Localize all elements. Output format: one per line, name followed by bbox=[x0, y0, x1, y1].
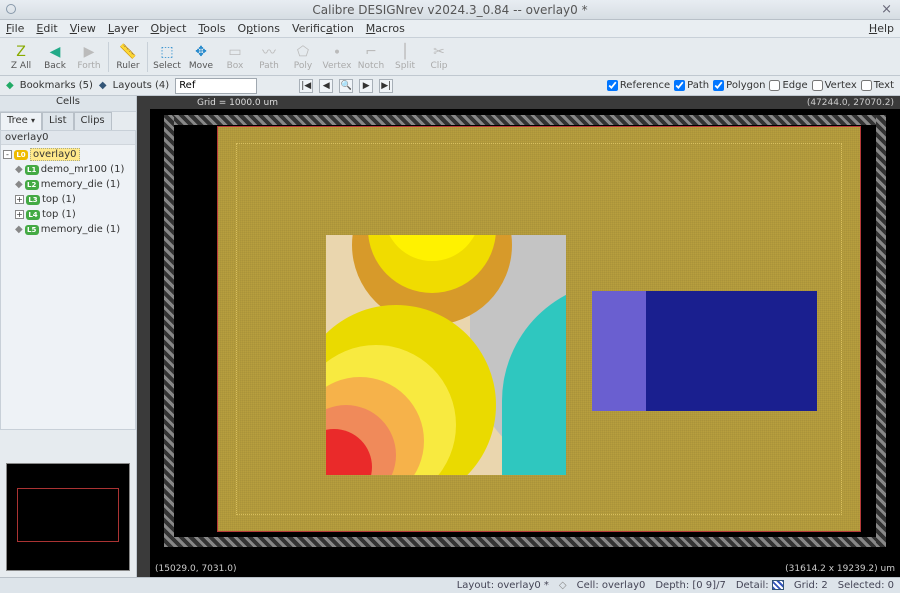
layout-canvas[interactable]: (15029.0, 7031.0) (31614.2 x 19239.2) um bbox=[150, 109, 900, 577]
tree-panel: overlay0 -L0overlay0 ◆L1demo_mr100 (1) ◆… bbox=[0, 130, 136, 430]
status-bar: Layout: overlay0 * ◇ Cell: overlay0 Dept… bbox=[0, 577, 900, 593]
select-button[interactable]: ⬚Select bbox=[150, 39, 184, 75]
tree-item-top2[interactable]: +L4top (1) bbox=[13, 207, 135, 222]
tab-list[interactable]: List bbox=[42, 112, 73, 130]
nav-zoom-button[interactable]: 🔍 bbox=[339, 79, 353, 93]
clip-button[interactable]: ✂Clip bbox=[422, 39, 456, 75]
status-depth[interactable]: Depth: [0 9]/7 bbox=[655, 580, 725, 591]
close-icon[interactable]: × bbox=[881, 2, 892, 17]
tree-item-overlay0[interactable]: -L0overlay0 bbox=[1, 147, 135, 162]
menu-help[interactable]: Help bbox=[869, 22, 894, 35]
menu-tools[interactable]: Tools bbox=[198, 22, 225, 35]
status-detail: Detail: bbox=[736, 580, 784, 591]
check-vertex[interactable]: Vertex bbox=[812, 80, 857, 91]
menu-file[interactable]: File bbox=[6, 22, 24, 35]
bookmarks-icon[interactable]: ◆ bbox=[6, 80, 14, 91]
nav-last-button[interactable]: ▶| bbox=[379, 79, 393, 93]
nav-prev-button[interactable]: ◀ bbox=[319, 79, 333, 93]
preview-canvas[interactable] bbox=[6, 463, 130, 571]
menu-object[interactable]: Object bbox=[151, 22, 187, 35]
layouts-icon[interactable]: ◆ bbox=[99, 80, 107, 91]
menu-layer[interactable]: Layer bbox=[108, 22, 139, 35]
check-reference[interactable]: Reference bbox=[607, 80, 670, 91]
notch-button[interactable]: ⌐Notch bbox=[354, 39, 388, 75]
tree-item-demo[interactable]: ◆L1demo_mr100 (1) bbox=[13, 162, 135, 177]
tab-clips[interactable]: Clips bbox=[74, 112, 112, 130]
heatmap-block bbox=[326, 235, 566, 475]
tree-root[interactable]: overlay0 bbox=[1, 131, 135, 145]
split-button[interactable]: ⎮Split bbox=[388, 39, 422, 75]
coord-bottom-left: (15029.0, 7031.0) bbox=[152, 563, 239, 575]
preview-panel bbox=[0, 457, 136, 577]
zoom-all-button[interactable]: ZZ All bbox=[4, 39, 38, 75]
status-selected: Selected: 0 bbox=[838, 580, 894, 591]
status-grid: Grid: 2 bbox=[794, 580, 828, 591]
layouts-label[interactable]: Layouts (4) bbox=[113, 80, 170, 91]
nav-next-button[interactable]: ▶ bbox=[359, 79, 373, 93]
menu-view[interactable]: View bbox=[70, 22, 96, 35]
check-path[interactable]: Path bbox=[674, 80, 709, 91]
toolbar: ZZ All ◀Back ▶Forth 📏Ruler ⬚Select ✥Move… bbox=[0, 38, 900, 76]
canvas-ruler-left bbox=[137, 109, 150, 577]
check-text[interactable]: Text bbox=[861, 80, 894, 91]
sidebar: Cells Tree ▾ List Clips overlay0 -L0over… bbox=[0, 96, 137, 577]
ruler-button[interactable]: 📏Ruler bbox=[111, 39, 145, 75]
menu-verification[interactable]: Verification bbox=[292, 22, 354, 35]
memory-block bbox=[592, 291, 817, 411]
menu-macros[interactable]: Macros bbox=[366, 22, 405, 35]
status-layout: Layout: overlay0 * bbox=[457, 580, 549, 591]
canvas-ruler-top: Grid = 1000.0 um (47244.0, 27070.2) bbox=[137, 96, 900, 109]
secondary-toolbar: ◆ Bookmarks (5) ◆ Layouts (4) |◀ ◀ 🔍 ▶ ▶… bbox=[0, 76, 900, 96]
check-polygon[interactable]: Polygon bbox=[713, 80, 765, 91]
move-button[interactable]: ✥Move bbox=[184, 39, 218, 75]
grid-label: Grid = 1000.0 um bbox=[197, 98, 278, 108]
menu-edit[interactable]: Edit bbox=[36, 22, 57, 35]
menubar: File Edit View Layer Object Tools Option… bbox=[0, 20, 900, 38]
window-menu-icon[interactable] bbox=[6, 4, 16, 14]
detail-hatch-icon[interactable] bbox=[772, 580, 784, 590]
cells-header: Cells bbox=[0, 96, 136, 112]
coord-top-right: (47244.0, 27070.2) bbox=[807, 98, 894, 108]
poly-button[interactable]: ⬠Poly bbox=[286, 39, 320, 75]
path-button[interactable]: 〰Path bbox=[252, 39, 286, 75]
back-button[interactable]: ◀Back bbox=[38, 39, 72, 75]
filter-checks: Reference Path Polygon Edge Vertex Text bbox=[607, 80, 894, 91]
vertex-button[interactable]: ∙Vertex bbox=[320, 39, 354, 75]
ref-input[interactable] bbox=[175, 78, 257, 94]
sidebar-tabs: Tree ▾ List Clips bbox=[0, 112, 136, 130]
window-title: Calibre DESIGNrev v2024.3_0.84 -- overla… bbox=[312, 3, 587, 17]
main-area: Cells Tree ▾ List Clips overlay0 -L0over… bbox=[0, 96, 900, 577]
box-button[interactable]: ▭Box bbox=[218, 39, 252, 75]
check-edge[interactable]: Edge bbox=[769, 80, 807, 91]
tree-item-mem1[interactable]: ◆L2memory_die (1) bbox=[13, 177, 135, 192]
canvas-area: Grid = 1000.0 um (47244.0, 27070.2) (150… bbox=[137, 96, 900, 577]
tree-item-top1[interactable]: +L3top (1) bbox=[13, 192, 135, 207]
bookmarks-label[interactable]: Bookmarks (5) bbox=[20, 80, 93, 91]
status-cell: Cell: overlay0 bbox=[577, 580, 646, 591]
nav-first-button[interactable]: |◀ bbox=[299, 79, 313, 93]
tab-tree[interactable]: Tree ▾ bbox=[0, 112, 42, 130]
tree-item-mem2[interactable]: ◆L5memory_die (1) bbox=[13, 222, 135, 237]
menu-options[interactable]: Options bbox=[238, 22, 280, 35]
die-outline bbox=[218, 127, 860, 531]
forth-button[interactable]: ▶Forth bbox=[72, 39, 106, 75]
titlebar: Calibre DESIGNrev v2024.3_0.84 -- overla… bbox=[0, 0, 900, 20]
coord-bottom-right: (31614.2 x 19239.2) um bbox=[782, 563, 898, 575]
